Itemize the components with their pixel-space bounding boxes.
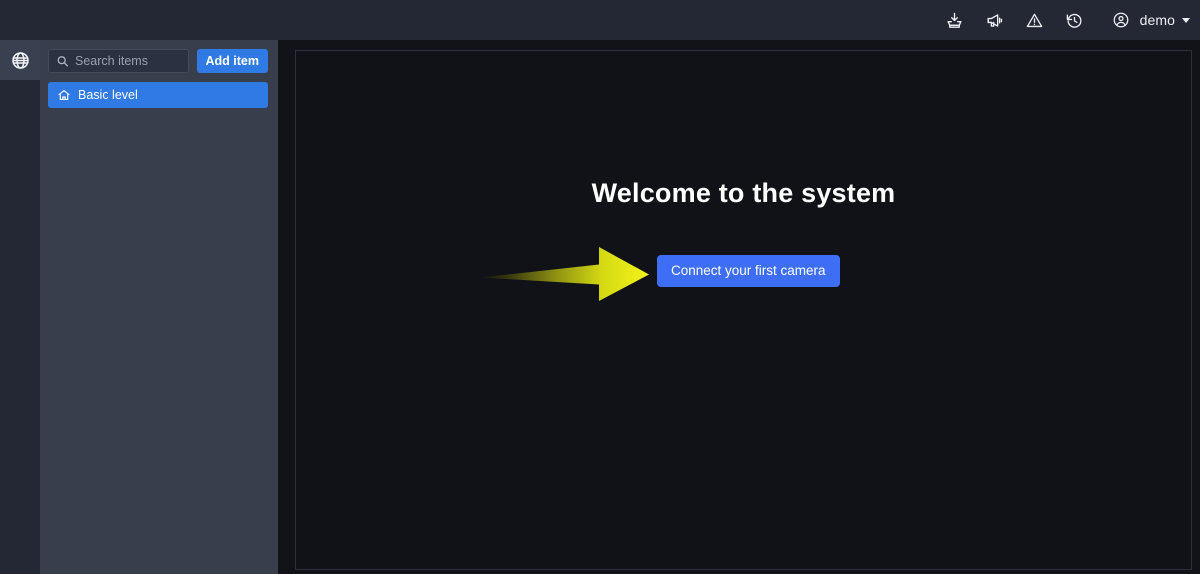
top-bar-icon-group: demo (942, 7, 1190, 33)
search-input[interactable] (75, 54, 188, 68)
item-tree: Basic level (48, 82, 268, 108)
warning-icon[interactable] (1022, 7, 1048, 33)
search-icon (56, 55, 69, 68)
tree-item-label: Basic level (78, 87, 138, 102)
add-item-button[interactable]: Add item (196, 49, 268, 73)
welcome-screen: Welcome to the system Connect your first… (296, 51, 1191, 569)
chevron-down-icon (1182, 17, 1190, 23)
page-title: Welcome to the system (591, 178, 896, 208)
main-content-panel: Welcome to the system Connect your first… (295, 50, 1192, 570)
user-circle-icon (1108, 7, 1134, 33)
globe-icon[interactable] (9, 49, 31, 71)
search-box[interactable] (48, 49, 189, 73)
history-icon[interactable] (1062, 7, 1088, 33)
left-icon-rail (0, 40, 40, 574)
download-icon[interactable] (942, 7, 968, 33)
user-name-label: demo (1139, 12, 1175, 28)
connect-camera-button[interactable]: Connect your first camera (657, 255, 840, 287)
user-menu[interactable]: demo (1108, 7, 1190, 33)
megaphone-icon[interactable] (982, 7, 1008, 33)
tree-item-basic-level[interactable]: Basic level (48, 82, 268, 108)
home-icon (56, 88, 71, 103)
sidebar-panel: Add item Basic level (40, 40, 278, 574)
app-root: demo Search items Add item Basic level W… (0, 0, 1200, 574)
annotation-arrow-icon (481, 247, 649, 301)
rail-top-section (0, 40, 40, 80)
top-bar: demo (0, 0, 1200, 40)
sidebar-toolbar: Add item (48, 49, 268, 73)
